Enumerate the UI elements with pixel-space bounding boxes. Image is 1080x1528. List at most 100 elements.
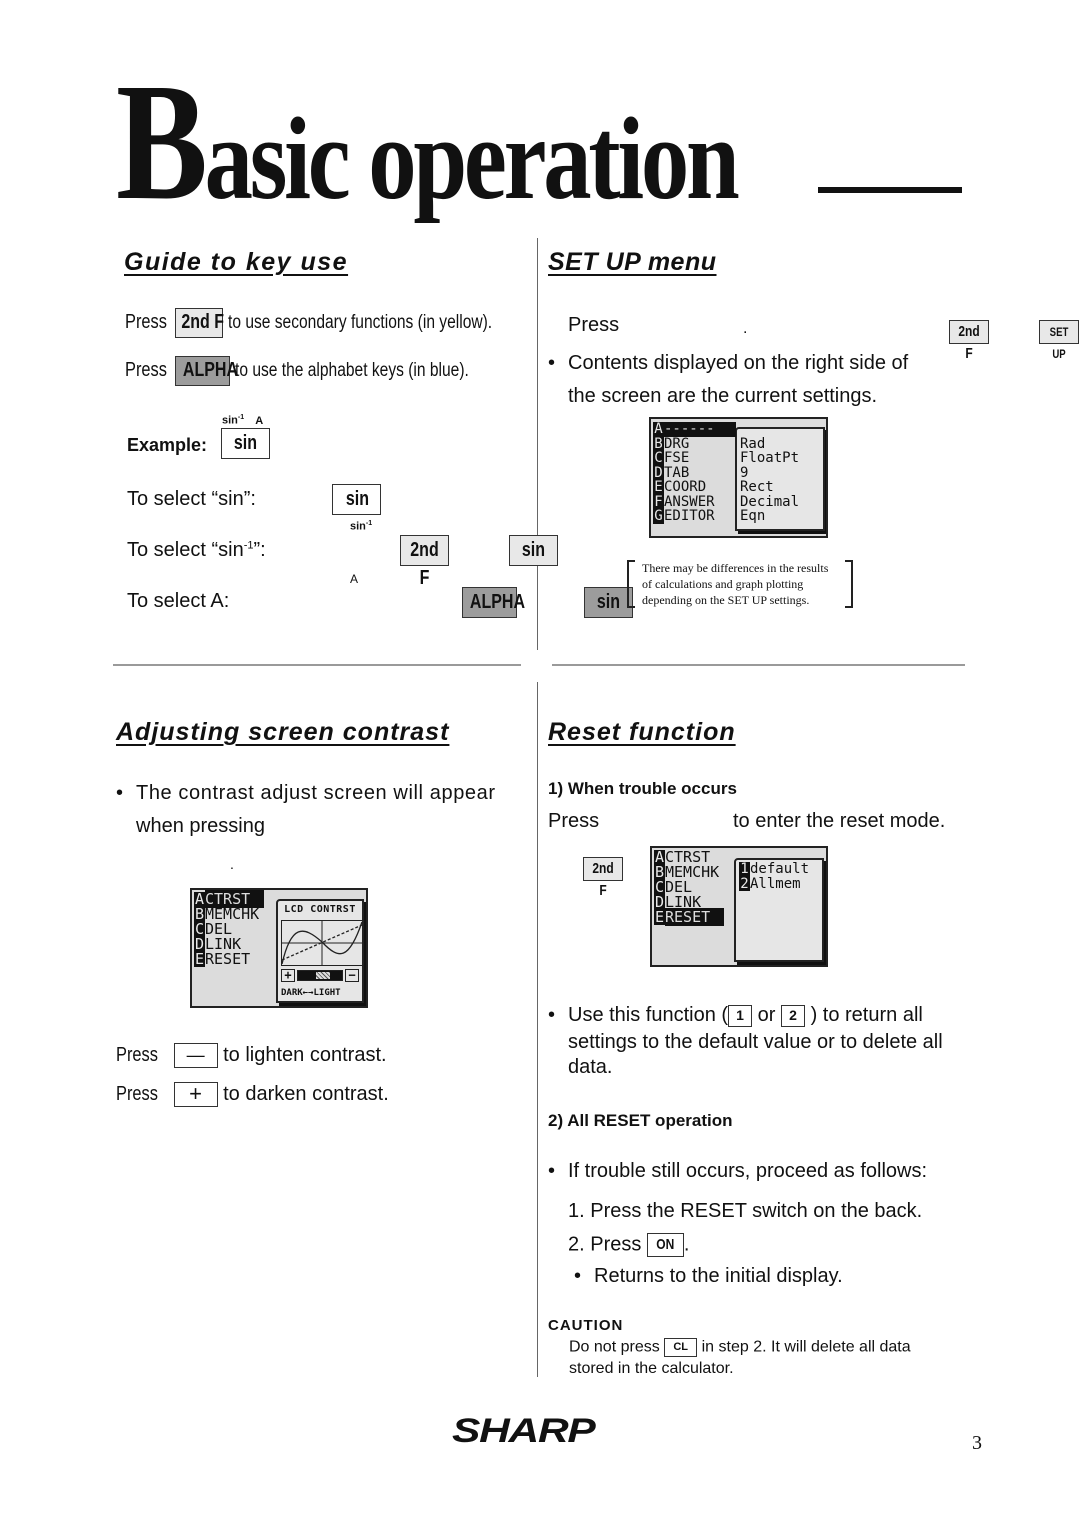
select-sin-line: To select “sin”: [127, 488, 256, 511]
menu-letter: B [653, 435, 664, 452]
press-label: Press [116, 1082, 158, 1105]
key-sin: sin [509, 535, 559, 566]
key-2: 2 [781, 1004, 805, 1027]
reset-trouble-bullet: If trouble still occurs, proceed as foll… [548, 1160, 927, 1183]
reset-use-line2: settings to the default value or to dele… [568, 1031, 943, 1053]
menu-label: ------ [664, 422, 736, 437]
lighten-text: to lighten contrast. [223, 1043, 387, 1066]
press-label: Press [548, 810, 600, 832]
menu-letter: C [653, 450, 664, 466]
setting-value: Rad [740, 435, 766, 452]
period: . [743, 320, 748, 337]
reset-press-line: Press [548, 810, 599, 833]
guide-line1-text: to use secondary functions (in yellow). [228, 312, 493, 334]
select-asin-line: To select “sin-1”: [127, 539, 266, 562]
setup-bullet-line2: the screen are the current settings. [568, 385, 878, 407]
setup-menu-row: G EDITOR Eqn [653, 509, 824, 524]
key-sin: sin [584, 587, 634, 618]
guide-line2-text: to use the alphabet keys (in blue). [235, 360, 469, 382]
setup-lcd-screen: A ------ B DRG Rad C FSE FloatPt D TAB 9 E COORD Rect… [649, 417, 828, 538]
contrast-panel: LCD CONTRST + − DARK←→LIGHT [276, 899, 364, 1003]
contrast-graph [281, 919, 363, 966]
press-label: Press [125, 359, 167, 382]
option-number: 2 [739, 875, 750, 892]
menu-letter: E [653, 479, 664, 495]
contrast-bullet-line1: The contrast adjust screen will appear [136, 782, 496, 804]
setup-press-line: Press [568, 314, 619, 337]
menu-letter: E [194, 950, 205, 968]
reset-returns: • Returns to the initial display. [574, 1265, 843, 1287]
setup-heading: SET UP menu [548, 248, 717, 276]
guide-line-alpha: Press ALPHA to use the alphabet keys (in… [125, 356, 520, 386]
caution-heading: CAUTION [548, 1317, 624, 1334]
menu-label: ANSWER [664, 493, 715, 510]
setup-menu-row: D TAB 9 [653, 464, 824, 481]
reset-sub2: 2) All RESET operation [548, 1111, 733, 1130]
reset-enter-text: to enter the reset mode. [733, 810, 946, 832]
select-sin-text: To select “sin”: [127, 488, 256, 510]
contrast-lcd-screen: ACTRST BMEMCHK CDEL DLINK ERESET LCD CONTRST… [190, 888, 368, 1008]
press-label: Press [568, 314, 620, 336]
alpha-sup-label: A [350, 572, 359, 586]
menu-letter: G [653, 508, 664, 524]
darken-line: Press + to darken contrast. [116, 1082, 389, 1107]
key-cl: CL [664, 1338, 698, 1357]
key-2ndf: 2nd F [948, 319, 989, 362]
menu-label: EDITOR [664, 508, 715, 524]
lcd-contrast-title: LCD CONTRST [284, 904, 356, 915]
key-alpha: ALPHA [461, 587, 525, 618]
setup-note: There may be differences in the results … [642, 561, 829, 607]
section-divider-left [113, 664, 521, 666]
press-label: Press [125, 311, 167, 334]
setting-value: FloatPt [740, 450, 800, 466]
select-a-line: To select A: [127, 590, 229, 613]
asin-sup-label: sin-1 [350, 520, 373, 533]
key-2ndf: 2nd F [399, 535, 449, 589]
option-label: Allmem [750, 875, 801, 892]
setting-value [736, 422, 740, 437]
reset-use-line1: Use this function (1 or 2 ) to return al… [568, 1004, 923, 1027]
key-minus: — [173, 1043, 218, 1068]
menu-letter: E [654, 908, 665, 926]
sharp-logo: SHARP [452, 1412, 596, 1450]
reset-step1: 1. Press the RESET switch on the back. [568, 1200, 923, 1222]
setup-menu-row: E COORD Rect [653, 480, 824, 495]
guide-line-2ndf: Press 2nd F to use secondary functions (… [125, 308, 550, 338]
page-title-text: Basic operation [116, 49, 740, 235]
page-number: 3 [972, 1432, 982, 1454]
lighten-line: Press — to lighten contrast. [116, 1043, 387, 1068]
setup-menu-row: F ANSWER Decimal [653, 493, 824, 510]
key-plus: + [173, 1082, 218, 1107]
period: . [230, 856, 234, 872]
setup-menu-row: A ------ [653, 422, 824, 437]
caution-line1: Do not press CL in step 2. It will delet… [569, 1338, 911, 1357]
reset-heading: Reset function [548, 718, 736, 746]
column-divider-top [537, 238, 538, 650]
menu-label: RESET [205, 950, 251, 968]
contrast-bullet-line2: when pressing [136, 815, 265, 837]
section-divider-right [552, 664, 965, 666]
reset-option: 1default [739, 862, 819, 877]
reset-sub1: 1) When trouble occurs [548, 779, 737, 798]
setup-bullet: Contents displayed on the right side of … [548, 352, 908, 408]
plus-icon[interactable]: + [281, 968, 295, 982]
menu-letter: D [653, 464, 664, 481]
minus-icon[interactable]: − [345, 968, 359, 982]
contrast-level-bar[interactable] [297, 969, 343, 981]
key-alpha: ALPHA [174, 356, 238, 386]
guide-heading: Guide to key use [124, 248, 349, 276]
contrast-level-thumb[interactable] [316, 971, 330, 979]
key-1: 1 [728, 1004, 753, 1027]
page-title: Basic operation [116, 58, 873, 226]
option-number: 1 [739, 861, 750, 877]
setup-menu-row: C FSE FloatPt [653, 451, 824, 466]
select-asin-text: To select “sin-1”: [127, 539, 266, 561]
reset-use-line3: data. [568, 1056, 613, 1078]
contrast-bullet: The contrast adjust screen will appear w… [116, 782, 496, 838]
menu-label: DRG [664, 435, 690, 452]
setup-menu-row: B DRG Rad [653, 435, 824, 452]
setting-value: Rect [740, 479, 774, 495]
key-sin-example: sin [221, 428, 270, 459]
menu-label: TAB [664, 464, 690, 481]
menu-letter: A [653, 421, 664, 437]
